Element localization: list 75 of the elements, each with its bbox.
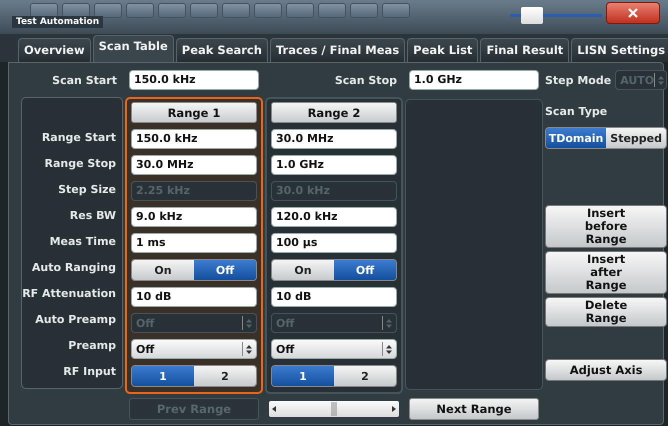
toggle-option[interactable]: Off [334,260,396,280]
action-button[interactable]: Insert after Range [545,251,668,294]
toggle-option[interactable]: On [272,260,334,280]
toggle-option[interactable]: Stepped [606,128,666,148]
toggle-option[interactable]: 1 [272,366,334,386]
left-arrow-icon [272,406,276,412]
slider-thumb[interactable] [520,7,542,24]
action-button[interactable]: Insert before Range [545,205,668,248]
input-field[interactable]: 1.0 GHz [271,155,397,175]
toggle-option[interactable]: Off [194,260,256,280]
scroll-thumb-icon [330,402,338,416]
up-down-arrow-icon [386,344,392,354]
row-label: Auto Ranging [30,260,117,276]
up-down-arrow-icon [246,344,252,354]
row-label: RF Input [62,364,117,380]
up-down-arrow-icon [658,76,664,84]
toggle-option[interactable]: 2 [334,366,396,386]
right-arrow-icon [392,406,396,412]
input-field[interactable]: 30.0 MHz [271,129,397,149]
toggle-option[interactable]: 2 [194,366,256,386]
row-label: RF Attenuation [22,286,117,302]
input-field[interactable]: 30.0 MHz [131,155,257,175]
up-down-arrow-icon [386,318,392,328]
toggle-option[interactable]: TDomain [546,128,606,148]
toolbar-button[interactable] [190,3,218,18]
input-field[interactable]: 150.0 kHz [129,70,259,90]
dropdown[interactable]: Off [131,339,257,359]
up-down-arrow-icon [246,318,252,328]
toolbar-button[interactable] [254,3,282,18]
close-button[interactable] [606,2,660,24]
row-label: Preamp [67,338,117,354]
close-icon [628,8,638,18]
row-label: Range Stop [44,156,117,172]
input-field[interactable]: 9.0 kHz [131,207,257,227]
row-label: Res BW [68,208,117,224]
input-field[interactable]: 120.0 kHz [271,207,397,227]
tab[interactable]: LISN Settings [571,38,668,62]
range-button[interactable]: Range 2 [271,102,397,123]
field-label: Step Mode [545,74,612,86]
range-button[interactable]: Range 1 [131,102,257,123]
tab[interactable]: Final Result [480,38,570,62]
scrollbar[interactable] [269,401,399,417]
tab[interactable]: Traces / Final Meas [270,38,406,62]
input-field[interactable]: 150.0 kHz [131,129,257,149]
field-label: Scan Start [51,74,118,86]
toggle-option[interactable]: 1 [132,366,194,386]
next-range-button[interactable]: Next Range [409,398,539,420]
input-field[interactable]: 100 µs [271,233,397,253]
toolbar-button[interactable] [158,3,186,18]
tab[interactable]: Scan Table [92,35,174,62]
field-label: Scan Stop [334,74,398,86]
action-button[interactable]: Delete Range [545,297,668,327]
tab[interactable]: Peak Search [176,38,268,62]
toolbar-button[interactable] [382,3,410,18]
section-label: Scan Type [545,104,608,120]
toggle-option[interactable]: On [132,260,194,280]
input-field[interactable]: 1 ms [131,233,257,253]
input-field[interactable]: 1.0 GHz [409,70,539,90]
window-title: Test Automation [12,16,104,28]
tab[interactable]: Overview [18,38,91,62]
row-label: Range Start [40,130,117,146]
dropdown[interactable]: Off [271,339,397,359]
row-label: Meas Time [48,234,117,250]
row-label: Step Size [57,182,117,198]
toolbar-button[interactable] [222,3,250,18]
row-label: Auto Preamp [34,312,117,328]
input-field[interactable]: 10 dB [131,287,257,307]
toolbar-button[interactable] [350,3,378,18]
toolbar-button[interactable] [94,3,122,18]
toolbar-button[interactable] [318,3,346,18]
adjust-axis-button[interactable]: Adjust Axis [545,359,668,381]
input-field[interactable]: 10 dB [271,287,397,307]
tab[interactable]: Peak List [407,38,478,62]
toolbar-button[interactable] [286,3,314,18]
toolbar-button[interactable] [126,3,154,18]
